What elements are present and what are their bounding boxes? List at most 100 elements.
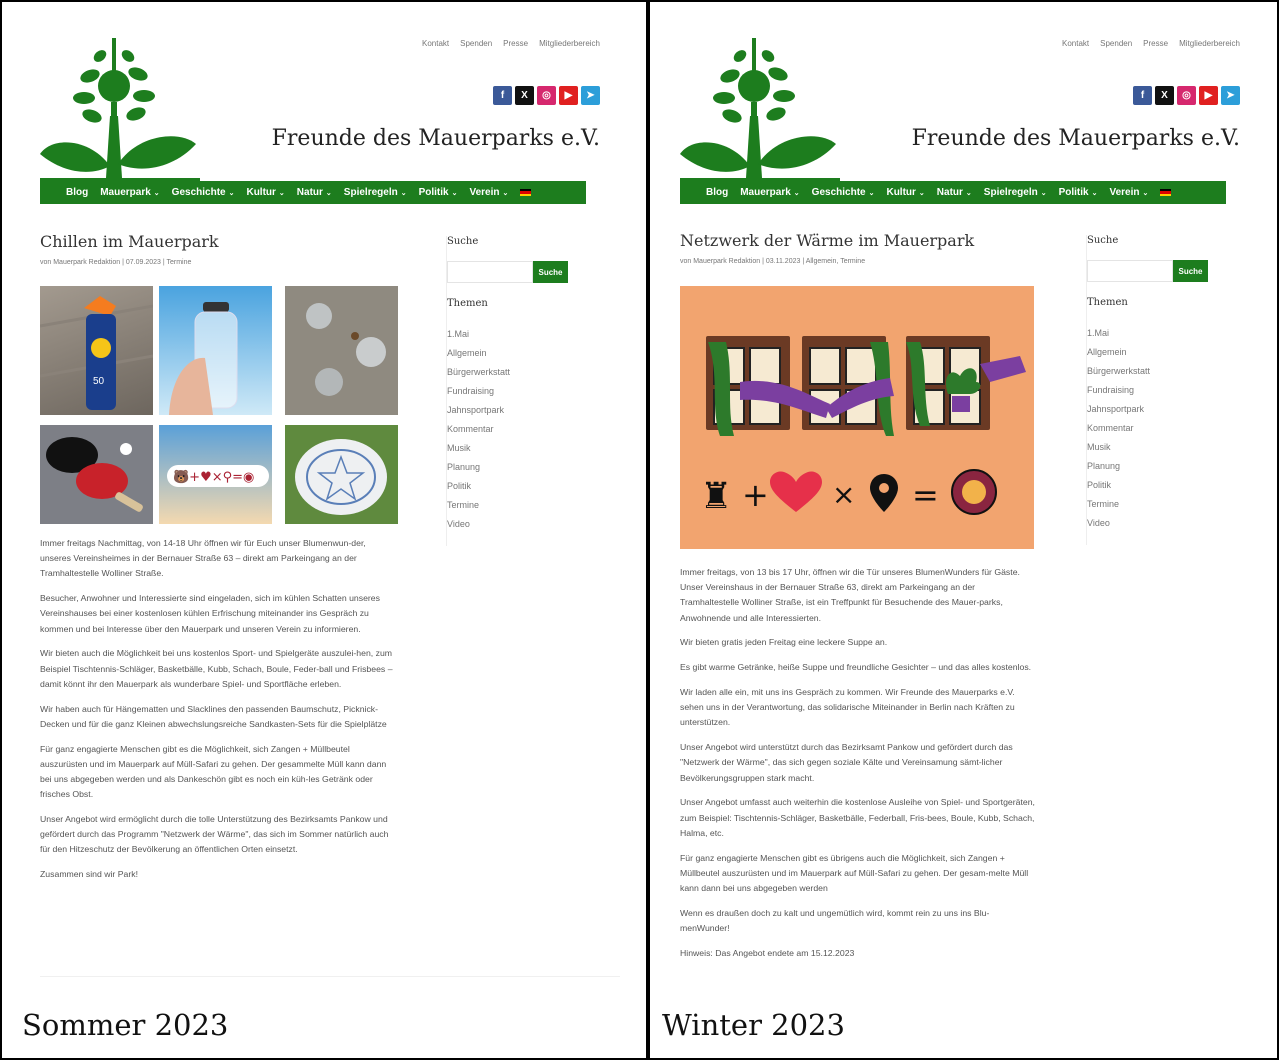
gallery-image-netzwerk-sky[interactable]: 🐻+♥×⚲=◉ (159, 425, 272, 524)
nav-item-verein[interactable]: Verein ⌄ (469, 187, 508, 198)
nav-item-blog[interactable]: Blog (66, 187, 88, 198)
site-title[interactable]: Freunde des Mauerparks e.V. (912, 126, 1240, 151)
panel-label-summer: Sommer 2023 (22, 1008, 229, 1042)
gallery-image-table-tennis[interactable] (40, 425, 153, 524)
top-link-mitgliederbereich[interactable]: Mitgliederbereich (1179, 39, 1240, 48)
search-input[interactable] (447, 261, 533, 283)
x-icon[interactable]: X (515, 86, 534, 105)
search-button[interactable]: Suche (533, 261, 568, 283)
topic-link[interactable]: Allgemein (447, 344, 510, 363)
chevron-down-icon: ⌄ (325, 190, 332, 197)
post-title[interactable]: Chillen im Mauerpark (40, 232, 219, 251)
nav-item-label: Kultur (246, 187, 276, 198)
nav-item-label: Blog (706, 187, 729, 198)
chevron-down-icon: ⌄ (502, 190, 509, 197)
nav-item-label: Kultur (886, 187, 916, 198)
instagram-icon[interactable]: ◎ (537, 86, 556, 105)
facebook-icon[interactable]: f (493, 86, 512, 105)
nav-item-label: Mauerpark (740, 187, 791, 198)
topic-link[interactable]: Kommentar (1087, 419, 1150, 438)
search-heading: Suche (1087, 235, 1119, 246)
topic-link[interactable]: Musik (1087, 438, 1150, 457)
facebook-icon[interactable]: f (1133, 86, 1152, 105)
nav-item-mauerpark[interactable]: Mauerpark ⌄ (100, 187, 159, 198)
topic-link[interactable]: Video (1087, 514, 1150, 533)
topic-link[interactable]: Musik (447, 439, 510, 458)
panel-summer: Kontakt Spenden Presse Mitgliederbereich… (10, 8, 640, 1048)
chevron-down-icon: ⌄ (965, 190, 972, 197)
nav-item-geschichte[interactable]: Geschichte ⌄ (172, 187, 235, 198)
topic-link[interactable]: Planung (447, 458, 510, 477)
body-paragraph: Wir bieten gratis jeden Freitag eine lec… (680, 637, 888, 648)
search-button[interactable]: Suche (1173, 260, 1208, 282)
nav-item-label: Blog (66, 187, 89, 198)
nav-item-label: Natur (296, 187, 323, 198)
nav-item-politik[interactable]: Politik ⌄ (419, 187, 458, 198)
topic-link[interactable]: Bürgerwerkstatt (1087, 362, 1150, 381)
topic-link[interactable]: 1.Mai (1087, 324, 1150, 343)
nav-item-geschichte[interactable]: Geschichte ⌄ (812, 187, 875, 198)
top-link-kontakt[interactable]: Kontakt (1062, 39, 1089, 48)
sidebar: Suche Suche Themen 1.Mai Allgemein Bürgerw… (1086, 235, 1246, 545)
top-link-kontakt[interactable]: Kontakt (422, 39, 449, 48)
top-link-presse[interactable]: Presse (503, 39, 528, 48)
topic-link[interactable]: Fundraising (1087, 381, 1150, 400)
topic-link[interactable]: Planung (1087, 457, 1150, 476)
topic-link[interactable]: Politik (447, 477, 510, 496)
nav-item-spielregeln[interactable]: Spielregeln ⌄ (344, 187, 407, 198)
topic-link[interactable]: Jahnsportpark (447, 401, 510, 420)
telegram-icon[interactable]: ➤ (1221, 86, 1240, 105)
nav-item-verein[interactable]: Verein ⌄ (1109, 187, 1148, 198)
youtube-icon[interactable]: ▶ (1199, 86, 1218, 105)
top-link-mitgliederbereich[interactable]: Mitgliederbereich (539, 39, 600, 48)
topic-link[interactable]: Allgemein (1087, 343, 1150, 362)
site-logo[interactable] (680, 26, 840, 186)
nav-item-natur[interactable]: Natur ⌄ (937, 187, 972, 198)
german-flag-icon[interactable] (520, 189, 532, 196)
topic-link[interactable]: Jahnsportpark (1087, 400, 1150, 419)
post-meta: von Mauerpark Redaktion | 03.11.2023 | A… (680, 258, 866, 265)
nav-item-spielregeln[interactable]: Spielregeln ⌄ (984, 187, 1047, 198)
gallery-image-water-bottle[interactable] (159, 286, 272, 415)
nav-item-kultur[interactable]: Kultur ⌄ (886, 187, 924, 198)
topic-link[interactable]: 1.Mai (447, 325, 510, 344)
top-link-spenden[interactable]: Spenden (460, 39, 492, 48)
social-icons: f X ◎ ▶ ➤ (493, 86, 600, 105)
topic-link[interactable]: Termine (447, 496, 510, 515)
youtube-icon[interactable]: ▶ (559, 86, 578, 105)
german-flag-icon[interactable] (1160, 189, 1172, 196)
nav-item-label: Spielregeln (343, 187, 398, 198)
top-link-spenden[interactable]: Spenden (1100, 39, 1132, 48)
chevron-down-icon: ⌄ (153, 190, 160, 197)
nav-item-blog[interactable]: Blog (706, 187, 728, 198)
x-icon[interactable]: X (1155, 86, 1174, 105)
topics-list: 1.Mai Allgemein Bürgerwerkstatt Fundraising… (447, 325, 510, 534)
nav-item-natur[interactable]: Natur ⌄ (297, 187, 332, 198)
gallery-image-sunscreen[interactable]: 50 (40, 286, 153, 415)
body-paragraph: Unser Angebot wird ermöglicht durch die … (40, 814, 389, 855)
topic-link[interactable]: Termine (1087, 495, 1150, 514)
topic-link[interactable]: Politik (1087, 476, 1150, 495)
site-logo[interactable] (40, 26, 200, 186)
post-title[interactable]: Netzwerk der Wärme im Mauerpark (680, 231, 974, 250)
gallery-image-boule[interactable] (285, 286, 398, 415)
topic-link[interactable]: Video (447, 515, 510, 534)
nav-item-mauerpark[interactable]: Mauerpark ⌄ (740, 187, 799, 198)
svg-text:🐻+♥×⚲=◉: 🐻+♥×⚲=◉ (173, 468, 254, 485)
site-title[interactable]: Freunde des Mauerparks e.V. (272, 126, 600, 151)
top-link-presse[interactable]: Presse (1143, 39, 1168, 48)
body-paragraph: Immer freitags, von 13 bis 17 Uhr, öffne… (680, 567, 1020, 623)
topic-link[interactable]: Fundraising (447, 382, 510, 401)
nav-item-kultur[interactable]: Kultur ⌄ (246, 187, 284, 198)
instagram-icon[interactable]: ◎ (1177, 86, 1196, 105)
nav-item-label: Natur (936, 187, 963, 198)
search-input[interactable] (1087, 260, 1173, 282)
topic-link[interactable]: Bürgerwerkstatt (447, 363, 510, 382)
gallery-image-frisbee[interactable] (285, 425, 398, 524)
topic-link[interactable]: Kommentar (447, 420, 510, 439)
post-meta: von Mauerpark Redaktion | 07.09.2023 | T… (40, 259, 192, 266)
nav-item-politik[interactable]: Politik ⌄ (1059, 187, 1098, 198)
telegram-icon[interactable]: ➤ (581, 86, 600, 105)
svg-text:=: = (912, 476, 939, 514)
netzwerk-illustration[interactable]: ♜ + × = (680, 286, 1034, 549)
